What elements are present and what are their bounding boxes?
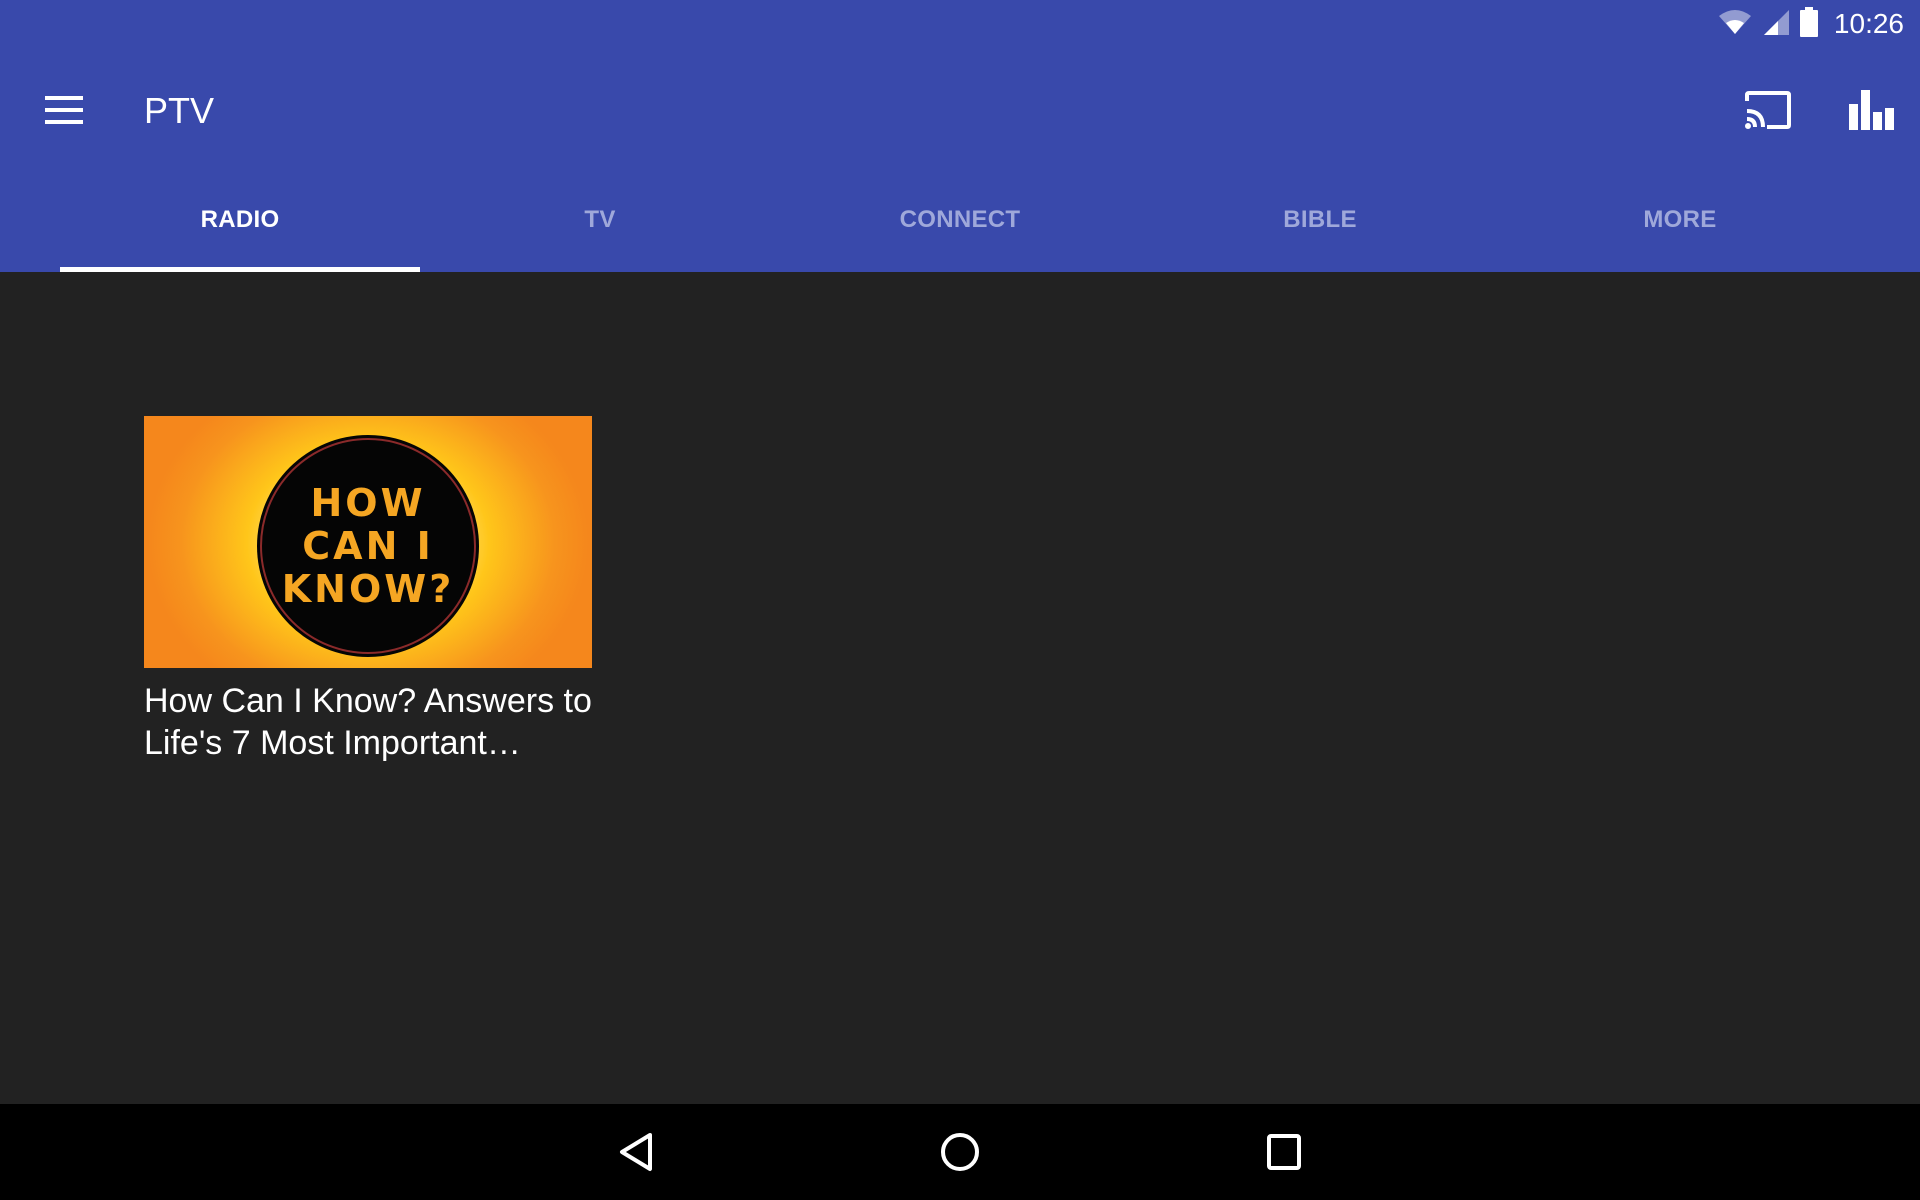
tab-bar: RADIO TV CONNECT BIBLE MORE	[60, 176, 1860, 272]
tab-bible[interactable]: BIBLE	[1140, 176, 1500, 272]
thumbnail-text-line: CAN I	[302, 523, 434, 568]
recents-icon	[1266, 1133, 1302, 1176]
home-button[interactable]	[920, 1124, 1000, 1184]
app-bar: 10:26 PTV RADIO TV CONNECT BIBLE MORE	[0, 0, 1920, 272]
menu-button[interactable]	[30, 86, 98, 138]
tab-more[interactable]: MORE	[1500, 176, 1860, 272]
app-title: PTV	[144, 90, 215, 131]
thumbnail-logo: HOW CAN I KNOW?	[260, 438, 476, 654]
stats-button[interactable]	[1842, 84, 1902, 140]
battery-icon	[1799, 6, 1818, 42]
program-thumbnail: HOW CAN I KNOW?	[144, 416, 592, 668]
tab-connect[interactable]: CONNECT	[780, 176, 1140, 272]
clock: 10:26	[1833, 8, 1904, 39]
back-icon	[618, 1132, 654, 1177]
hamburger-menu-icon	[45, 95, 83, 129]
bar-chart-icon	[1849, 89, 1895, 135]
content-area: HOW CAN I KNOW? How Can I Know? Answers …	[0, 272, 1920, 1104]
thumbnail-text-line: KNOW?	[281, 566, 455, 611]
cast-icon	[1745, 90, 1791, 134]
back-button[interactable]	[596, 1124, 676, 1184]
tab-radio[interactable]: RADIO	[60, 176, 420, 272]
tab-tv[interactable]: TV	[420, 176, 780, 272]
wifi-icon	[1718, 9, 1752, 40]
program-title: How Can I Know? Answers to Life's 7 Most…	[144, 682, 592, 762]
navigation-bar	[0, 1104, 1920, 1200]
cast-button[interactable]	[1738, 84, 1798, 140]
program-card[interactable]: HOW CAN I KNOW? How Can I Know? Answers …	[144, 416, 592, 764]
home-icon	[939, 1131, 981, 1178]
recents-button[interactable]	[1244, 1124, 1324, 1184]
toolbar: PTV	[0, 48, 1920, 176]
cellular-signal-icon	[1762, 8, 1790, 41]
status-bar: 10:26	[0, 0, 1920, 48]
thumbnail-text-line: HOW	[310, 480, 426, 525]
